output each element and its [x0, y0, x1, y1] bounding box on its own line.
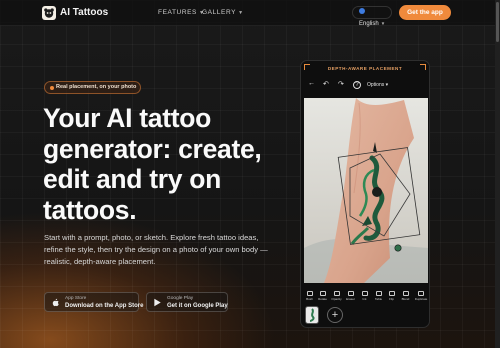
nav-gallery[interactable]: GALLERY ▼ — [202, 9, 244, 16]
tool-label: Bush — [306, 297, 313, 301]
tool-duplicate[interactable]: Duplicate — [414, 291, 428, 301]
tool-label: Eraser — [346, 297, 355, 301]
placement-badge: Real placement, on your photo — [44, 81, 141, 94]
tool-label: Duplicate — [414, 297, 428, 301]
chevron-down-icon: ▼ — [238, 10, 244, 16]
get-app-button[interactable]: Get the app — [399, 5, 451, 20]
badge-label: Real placement, on your photo — [56, 84, 137, 90]
duplicate-icon — [418, 291, 424, 296]
arm-photo-illustration — [304, 98, 428, 283]
app-store-big-label: Download on the App Store — [65, 303, 144, 309]
undo-icon[interactable]: ↶ — [323, 80, 329, 90]
google-play-small-label: Google Play — [167, 296, 194, 301]
tool-opacity[interactable]: Opacity — [331, 291, 342, 301]
google-play-button[interactable]: Google Play Get it on Google Play — [146, 292, 228, 312]
badge-dot-icon — [50, 86, 54, 90]
dragon-thumb-icon — [309, 308, 315, 322]
tool-label: Blend — [401, 297, 410, 301]
google-play-big-label: Get it on Google Play — [167, 303, 228, 309]
layer-thumbnails: + — [305, 306, 425, 324]
chevron-down-icon: ▼ — [380, 21, 386, 26]
arm-photo — [304, 98, 428, 283]
tool-table[interactable]: Table — [373, 291, 384, 301]
globe-icon — [359, 8, 365, 14]
language-selector[interactable]: English ▼ — [352, 6, 392, 27]
google-play-icon — [154, 298, 161, 307]
options-label: Options — [367, 82, 385, 88]
tool-label: Flip — [389, 297, 394, 301]
tool-label: Opacity — [331, 297, 342, 301]
flip-icon — [388, 291, 395, 296]
tool-eraser[interactable]: Eraser — [345, 291, 356, 301]
nav-features-label: FEATURES — [158, 9, 197, 16]
tool-label: Ink — [362, 297, 367, 301]
opacity-icon — [333, 291, 340, 296]
language-label: English — [359, 21, 379, 27]
nav-gallery-label: GALLERY — [202, 9, 237, 16]
eraser-icon — [347, 291, 354, 296]
scrollbar-thumb[interactable] — [496, 2, 499, 42]
brush-icon — [306, 291, 313, 296]
top-nav: AI Tattoos FEATURES ▼ GALLERY ▼ English ▼ G… — [0, 0, 500, 27]
back-arrow-icon[interactable]: ← — [308, 80, 315, 90]
app-store-button[interactable]: App Store Download on the App Store — [44, 292, 143, 312]
table-icon — [375, 291, 382, 296]
tool-bush[interactable]: Bush — [304, 291, 315, 301]
tool-blend[interactable]: Blend — [400, 291, 411, 301]
layer-thumbnail[interactable] — [305, 306, 319, 324]
brand-name[interactable]: AI Tattoos — [60, 7, 108, 18]
add-layer-button[interactable]: + — [327, 307, 343, 323]
edit-toolbar: Bush Rotate Opacity Eraser Ink Table Fli… — [304, 291, 428, 304]
app-store-small-label: App Store — [65, 296, 87, 301]
nav-features[interactable]: FEATURES ▼ — [158, 9, 205, 16]
hero-description: Start with a prompt, photo, or sketch. E… — [44, 233, 268, 266]
ink-icon — [361, 291, 368, 296]
tool-label: Rotate — [318, 297, 327, 301]
rotate-icon — [319, 291, 326, 296]
blend-icon — [402, 291, 409, 296]
tool-label: Table — [374, 297, 383, 301]
tool-ink[interactable]: Ink — [359, 291, 370, 301]
apple-icon — [52, 298, 59, 307]
brand-logo-icon[interactable] — [42, 6, 56, 20]
redo-icon[interactable]: ↷ — [338, 80, 344, 90]
phone-tag: DEPTH-AWARE PLACEMENT — [327, 66, 403, 71]
phone-mockup: DEPTH-AWARE PLACEMENT ← ↶ ↷ ? Options ▾ — [300, 60, 430, 328]
scrollbar[interactable] — [495, 0, 500, 348]
options-dropdown[interactable]: Options ▾ — [367, 82, 388, 92]
tool-flip[interactable]: Flip — [386, 291, 397, 301]
hero-headline: Your AI tattoo generator: create, edit a… — [43, 103, 262, 225]
help-icon[interactable]: ? — [353, 81, 361, 89]
tool-rotate[interactable]: Rotate — [317, 291, 328, 301]
